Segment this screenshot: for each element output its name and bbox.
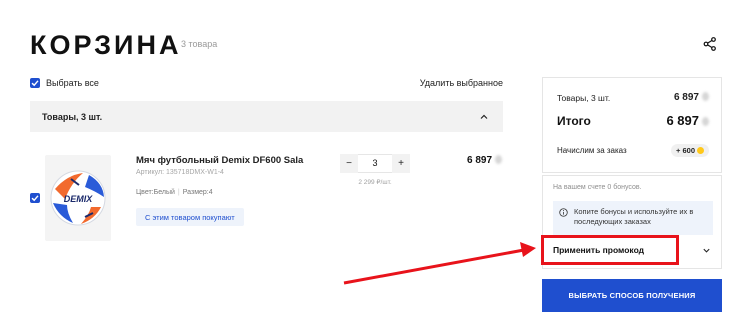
summary-bonus-label: Начислим за заказ — [557, 146, 627, 155]
summary-total-value: 6 897 — [666, 113, 709, 128]
product-image[interactable]: DEMIX — [45, 155, 111, 241]
summary-goods-row: Товары, 3 шт. 6 897 — [557, 92, 709, 103]
also-buy-button[interactable]: С этим товаром покупают — [136, 208, 244, 226]
product-article: Артикул: 135718DMX-W1-4 — [136, 169, 224, 176]
increment-button[interactable]: + — [392, 154, 410, 173]
summary-goods-label: Товары, 3 шт. — [557, 92, 611, 103]
item-price: 6 897 — [467, 155, 503, 166]
chevron-down-icon — [703, 248, 710, 253]
delete-selected-link[interactable]: Удалить выбранное — [400, 78, 503, 88]
currency-icon — [702, 92, 709, 101]
items-count: 3 товара — [181, 39, 218, 49]
product-name-link[interactable]: Мяч футбольный Demix DF600 Sala — [136, 155, 303, 166]
items-group-toggle[interactable]: Товары, 3 шт. — [30, 101, 503, 132]
summary-total-row: Итого 6 897 — [557, 113, 709, 128]
currency-icon — [495, 155, 503, 164]
share-icon[interactable] — [702, 36, 718, 52]
bonus-info-text: Копите бонусы и используйте их в последу… — [574, 207, 694, 226]
product-size: Размер:4 — [182, 189, 213, 196]
unit-price: 2 299 ₽/шт. — [358, 179, 392, 186]
soccer-ball-icon: DEMIX — [50, 170, 106, 226]
product-brand-text: DEMIX — [64, 194, 94, 204]
quantity-input[interactable]: 3 — [358, 154, 392, 173]
product-color: Цвет:Белый — [136, 189, 175, 196]
product-attributes: Цвет:Белый | Размер:4 — [136, 189, 213, 196]
bonus-badge: + 600 — [671, 144, 709, 157]
decrement-button[interactable]: − — [340, 154, 358, 173]
quantity-stepper: − 3 + — [340, 154, 410, 173]
items-group-label: Товары, 3 шт. — [42, 111, 103, 122]
item-checkbox[interactable] — [30, 193, 40, 203]
select-all-label: Выбрать все — [46, 78, 99, 88]
annotation-highlight-box — [541, 235, 679, 265]
choose-delivery-button[interactable]: ВЫБРАТЬ СПОСОБ ПОЛУЧЕНИЯ — [542, 279, 722, 312]
info-icon — [559, 208, 568, 217]
summary-goods-value: 6 897 — [674, 92, 709, 103]
bonus-info-box: Копите бонусы и используйте их в последу… — [553, 201, 713, 235]
coin-icon — [697, 147, 704, 154]
currency-icon — [702, 117, 709, 126]
summary-total-label: Итого — [557, 113, 591, 128]
page-title: КОРЗИНА — [30, 30, 182, 60]
summary-bonus-row: Начислим за заказ + 600 — [557, 144, 709, 157]
chevron-up-icon — [480, 114, 488, 119]
item-price-value: 6 897 — [467, 155, 493, 166]
select-all-checkbox[interactable]: Выбрать все — [30, 78, 99, 88]
bonus-balance-text: На вашем счете 0 бонусов. — [553, 184, 642, 191]
order-summary: Товары, 3 шт. 6 897 Итого 6 897 Начислим… — [542, 77, 722, 173]
checkbox-checked-icon[interactable] — [30, 78, 40, 88]
